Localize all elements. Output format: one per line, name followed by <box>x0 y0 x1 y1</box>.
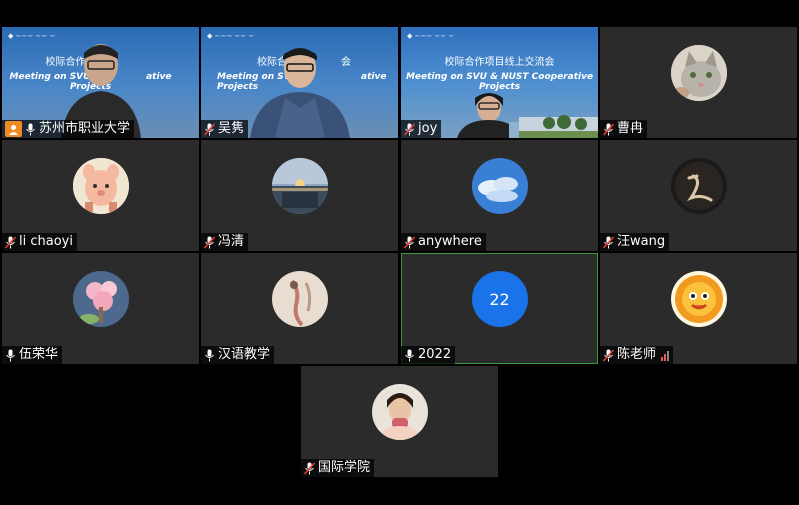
video-grid: ◆ ∼∼∼ ∼∼ ∼ 校际合作 Meeting on SVU & Native … <box>0 0 799 505</box>
avatar <box>371 384 428 440</box>
participant-name: 冯清 <box>218 234 245 249</box>
participant-name: 陈老师 <box>617 347 657 362</box>
participant-tile[interactable]: ◆ ∼∼∼ ∼∼ ∼ 校际合作会 Meeting on SVU & ative P… <box>201 27 398 138</box>
host-icon <box>5 121 22 137</box>
participant-name: 汪wang <box>617 234 666 249</box>
participant-tile[interactable]: 汉语教学 <box>201 253 398 364</box>
participant-nameplate: 陈老师 <box>600 346 674 364</box>
participant-name: 国际学院 <box>318 460 371 475</box>
microphone-icon <box>205 349 214 361</box>
cartoon-avatar-image <box>72 158 129 214</box>
person-figure <box>249 48 350 138</box>
participant-tile[interactable]: 伍荣华 <box>2 253 199 364</box>
participant-nameplate: 2022 <box>401 346 456 364</box>
microphone-muted-icon <box>404 122 415 136</box>
avatar <box>271 158 328 214</box>
microphone-icon <box>6 349 15 361</box>
participant-name: 曹冉 <box>617 121 644 136</box>
microphone-muted-icon <box>603 122 614 136</box>
avatar: 22 <box>471 271 528 327</box>
microphone-muted-icon <box>304 461 315 475</box>
sun-cartoon-avatar-image <box>670 271 727 327</box>
painting-avatar-image <box>271 271 328 327</box>
school-logo: ◆ ∼∼∼ ∼∼ ∼ <box>407 32 455 40</box>
avatar <box>72 158 129 214</box>
participant-name: 苏州市职业大学 <box>39 121 131 136</box>
participant-name: 伍荣华 <box>19 347 59 362</box>
cat-avatar-image <box>670 45 727 101</box>
flower-avatar-image <box>72 271 129 327</box>
avatar <box>670 45 727 101</box>
avatar <box>670 158 727 214</box>
participant-name: anywhere <box>418 234 482 249</box>
participant-name: 2022 <box>418 347 452 362</box>
microphone-muted-icon <box>5 235 16 249</box>
participant-nameplate: 伍荣华 <box>2 346 63 364</box>
sky-avatar-image <box>471 158 528 214</box>
participant-name: joy <box>418 121 438 136</box>
avatar <box>271 271 328 327</box>
participant-nameplate: 曹冉 <box>600 120 648 138</box>
microphone-muted-icon <box>404 235 415 249</box>
avatar <box>72 271 129 327</box>
participant-nameplate: 冯清 <box>201 233 249 251</box>
avatar <box>471 158 528 214</box>
sunset-avatar-image <box>271 158 328 214</box>
calligraphy-avatar-image <box>670 158 727 214</box>
participant-nameplate: 吴隽 <box>201 120 249 138</box>
avatar <box>670 271 727 327</box>
participant-nameplate: joy <box>401 120 442 138</box>
microphone-muted-icon <box>603 348 614 362</box>
microphone-icon <box>405 349 414 361</box>
person-avatar-image <box>371 384 428 440</box>
participant-nameplate: 国际学院 <box>301 459 375 477</box>
participant-name: 吴隽 <box>218 121 245 136</box>
participant-nameplate: 汉语教学 <box>201 346 275 364</box>
microphone-icon <box>26 123 35 135</box>
network-signal-icon <box>661 350 670 361</box>
participant-tile[interactable]: 冯清 <box>201 140 398 251</box>
participant-tile[interactable]: 汪wang <box>600 140 797 251</box>
participant-nameplate: li chaoyi <box>2 233 77 251</box>
participant-nameplate: anywhere <box>401 233 486 251</box>
building-image <box>519 115 598 138</box>
participant-name: 汉语教学 <box>218 347 271 362</box>
participant-tile[interactable]: 国际学院 <box>301 366 498 477</box>
participant-tile[interactable]: 曹冉 <box>600 27 797 138</box>
participant-nameplate: 汪wang <box>600 233 670 251</box>
participant-tile-active-speaker[interactable]: 22 2022 <box>401 253 598 364</box>
participant-nameplate: 苏州市职业大学 <box>2 120 135 138</box>
participant-tile[interactable]: ◆ ∼∼∼ ∼∼ ∼ 校际合作 Meeting on SVU & Native … <box>2 27 199 138</box>
participant-tile[interactable]: 陈老师 <box>600 253 797 364</box>
microphone-muted-icon <box>204 235 215 249</box>
microphone-muted-icon <box>204 122 215 136</box>
participant-tile[interactable]: anywhere <box>401 140 598 251</box>
participant-tile[interactable]: ◆ ∼∼∼ ∼∼ ∼ 校际合作项目线上交流会 Meeting on SVU & … <box>401 27 598 138</box>
participant-name: li chaoyi <box>19 234 73 249</box>
microphone-muted-icon <box>603 235 614 249</box>
participant-tile[interactable]: li chaoyi <box>2 140 199 251</box>
school-logo: ◆ ∼∼∼ ∼∼ ∼ <box>8 32 56 40</box>
slide-title-cn: 校际合作项目线上交流会 <box>444 57 555 68</box>
